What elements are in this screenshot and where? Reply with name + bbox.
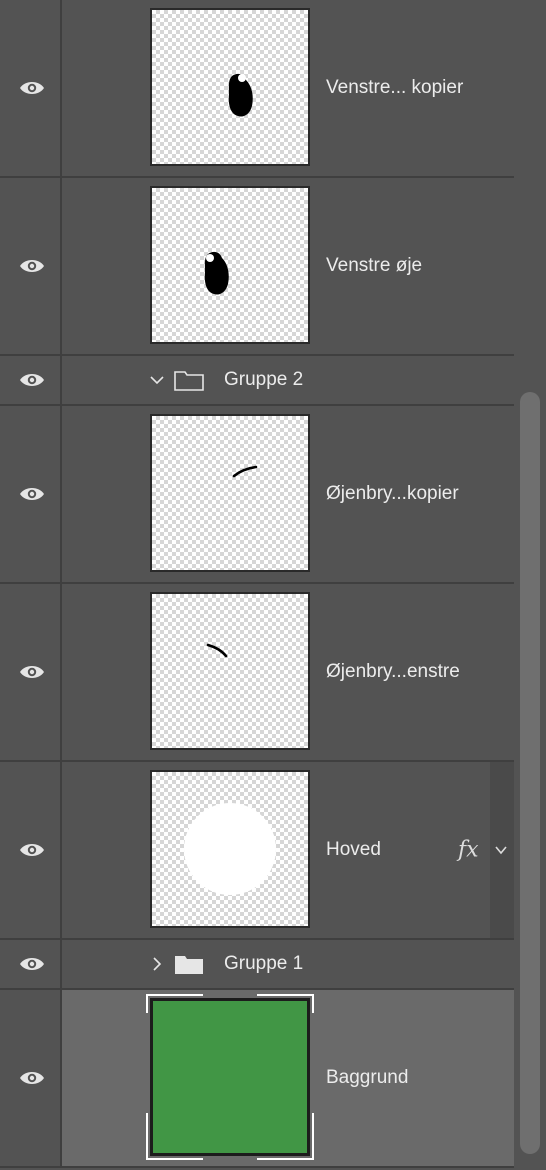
eye-icon[interactable] [19,1070,45,1086]
layer-name[interactable]: Hoved [326,839,381,861]
layer-name[interactable]: Venstre... kopier [326,77,463,99]
eye-blob-thumbnail [228,73,253,117]
folder-icon [175,956,203,974]
layer-row-ojenbry-venstre[interactable]: Øjenbry...enstre [0,584,514,762]
circle-thumbnail [184,803,276,895]
group-row-gruppe-2[interactable]: Gruppe 2 [0,356,514,406]
eyebrow-thumbnail [232,465,258,478]
layer-thumbnail[interactable] [150,592,310,750]
fx-icon[interactable]: fx [458,838,479,863]
layer-row-hoved[interactable]: Hoved fx [0,762,514,940]
chevron-down-icon[interactable] [494,844,508,856]
visibility-toggle[interactable] [0,762,62,938]
scrollbar-thumb[interactable] [520,392,540,1154]
eye-icon[interactable] [19,372,45,388]
eye-icon[interactable] [19,486,45,502]
layer-thumbnail[interactable] [150,414,310,572]
group-name[interactable]: Gruppe 2 [224,369,303,391]
visibility-toggle[interactable] [0,406,62,582]
group-name[interactable]: Gruppe 1 [224,953,303,975]
layer-thumbnail[interactable] [150,998,310,1156]
layers-panel: Venstre... kopier Venstre øje Gruppe 2 Ø… [0,0,514,1170]
layer-name[interactable]: Øjenbry...enstre [326,661,460,683]
eye-icon[interactable] [19,80,45,96]
layer-name[interactable]: Øjenbry...kopier [326,483,459,505]
visibility-toggle[interactable] [0,990,62,1166]
layer-row-venstre-oje[interactable]: Venstre øje [0,178,514,356]
layer-name[interactable]: Baggrund [326,1067,408,1089]
eye-icon[interactable] [19,956,45,972]
layer-row-baggrund[interactable]: Baggrund [0,990,514,1168]
group-row-gruppe-1[interactable]: Gruppe 1 [0,940,514,990]
chevron-down-icon[interactable] [149,372,165,388]
layer-row-venstre-kopier[interactable]: Venstre... kopier [0,0,514,178]
folder-icon [174,371,204,391]
visibility-toggle[interactable] [0,940,62,988]
layer-row-ojenbry-kopier[interactable]: Øjenbry...kopier [0,406,514,584]
layer-thumbnail[interactable] [150,8,310,166]
layer-name[interactable]: Venstre øje [326,255,422,277]
layer-thumbnail[interactable] [150,186,310,344]
eye-icon[interactable] [19,664,45,680]
layer-thumbnail[interactable] [150,770,310,928]
eye-icon[interactable] [19,842,45,858]
chevron-right-icon[interactable] [149,956,165,972]
visibility-toggle[interactable] [0,0,62,176]
eyebrow-thumbnail [206,643,228,658]
visibility-toggle[interactable] [0,584,62,760]
visibility-toggle[interactable] [0,178,62,354]
visibility-toggle[interactable] [0,356,62,404]
eye-icon[interactable] [19,258,45,274]
eye-blob-thumbnail [204,251,229,295]
